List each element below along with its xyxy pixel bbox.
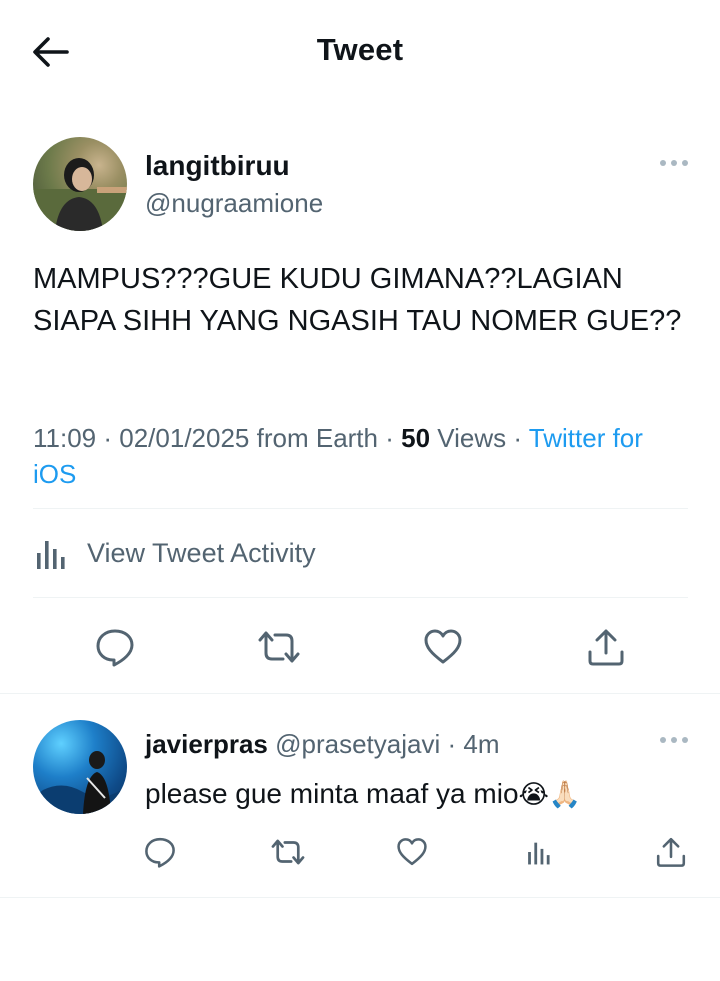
reply-timestamp: 4m xyxy=(463,729,500,759)
author-handle[interactable]: @nugraamione xyxy=(145,188,323,219)
avatar-photo xyxy=(33,751,127,814)
share-icon xyxy=(656,837,686,867)
more-icon xyxy=(660,160,688,166)
reply-author-avatar[interactable] xyxy=(33,720,127,814)
reply-author-handle[interactable]: @prasetyajavi xyxy=(275,729,440,759)
tweet-location: from Earth xyxy=(256,423,378,453)
author-name[interactable]: langitbiruu xyxy=(145,150,290,182)
reply-like-button[interactable] xyxy=(394,834,430,870)
tweet-time: 11:09 xyxy=(33,423,97,453)
more-options-button[interactable] xyxy=(659,155,689,173)
like-button[interactable] xyxy=(421,625,465,669)
reply-reply-button[interactable] xyxy=(143,834,177,870)
share-button[interactable] xyxy=(585,625,627,669)
views-label: Views xyxy=(437,423,507,453)
view-tweet-activity-button[interactable]: View Tweet Activity xyxy=(33,528,316,578)
activity-label: View Tweet Activity xyxy=(87,537,316,568)
divider xyxy=(0,897,720,898)
tweet-actions xyxy=(0,625,720,669)
retweet-icon xyxy=(258,631,300,663)
reply-share-button[interactable] xyxy=(654,834,688,870)
reply-icon xyxy=(96,629,134,667)
tweet-date: 02/01/2025 xyxy=(119,423,250,453)
reply-emoji: 😭🙏🏻 xyxy=(518,780,582,810)
like-icon xyxy=(424,629,462,664)
reply-author-line: javierpras @prasetyajavi · 4m xyxy=(145,729,500,759)
tweet-text: MAMPUS???GUE KUDU GIMANA??LAGIAN SIAPA S… xyxy=(33,263,682,337)
like-icon xyxy=(397,838,427,866)
tweet-meta: 11:09 · 02/01/2025 from Earth · 50 Views… xyxy=(33,423,643,489)
retweet-button[interactable] xyxy=(255,625,303,669)
page-title: Tweet xyxy=(316,32,404,67)
retweet-icon xyxy=(271,839,305,865)
analytics-icon xyxy=(37,541,65,569)
analytics-icon xyxy=(528,842,550,865)
reply-more-options-button[interactable] xyxy=(659,732,689,750)
share-icon xyxy=(588,629,624,666)
reply-retweet-button[interactable] xyxy=(268,834,308,870)
divider xyxy=(33,597,688,598)
reply-analytics-button[interactable] xyxy=(524,834,554,870)
divider xyxy=(33,508,688,509)
more-icon xyxy=(660,737,688,743)
reply-author-name[interactable]: javierpras xyxy=(145,729,268,759)
reply-button[interactable] xyxy=(94,625,136,669)
author-avatar[interactable] xyxy=(33,137,127,231)
divider xyxy=(0,693,720,694)
reply-text: please gue minta maaf ya mio😭🙏🏻 xyxy=(145,778,581,810)
top-bar: Tweet xyxy=(0,0,720,105)
reply-actions xyxy=(0,834,720,870)
reply-text-body: please gue minta maaf ya mio xyxy=(145,778,519,809)
views-count: 50 xyxy=(401,423,431,453)
reply-icon xyxy=(145,837,175,868)
avatar-photo xyxy=(33,158,127,231)
